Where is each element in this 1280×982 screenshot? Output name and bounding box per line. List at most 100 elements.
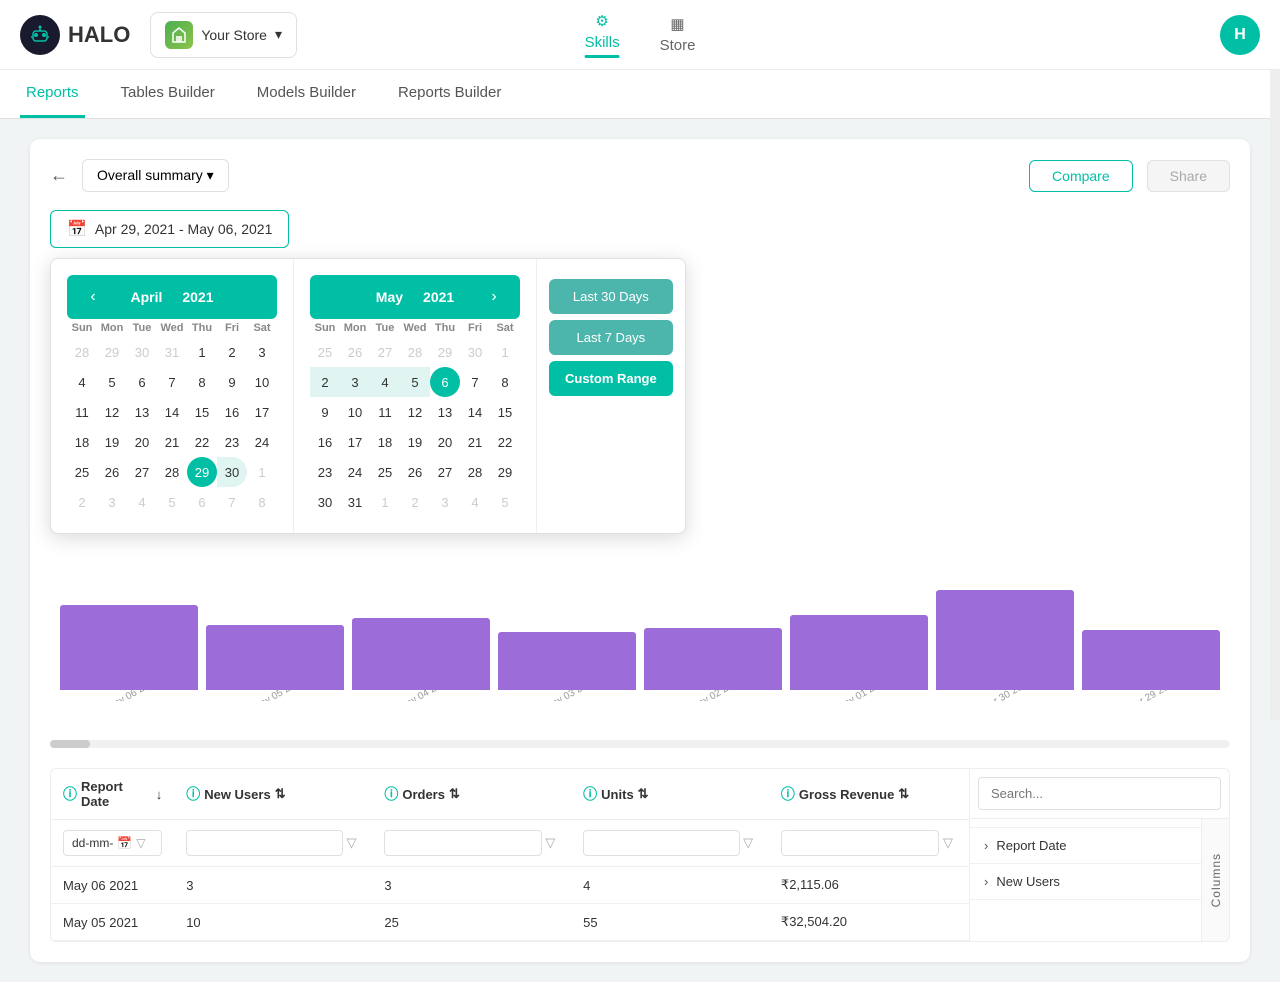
cal-day-selected-6[interactable]: 6 (430, 367, 460, 397)
share-button[interactable]: Share (1147, 160, 1230, 192)
revenue-filter[interactable] (781, 830, 939, 856)
tab-reports-builder[interactable]: Reports Builder (392, 70, 507, 118)
avatar[interactable]: H (1220, 15, 1260, 55)
filter-icon[interactable]: ▽ (347, 835, 357, 850)
cal-day[interactable]: 27 (430, 457, 460, 487)
sort-icon[interactable]: ⇅ (275, 786, 286, 802)
cal-day[interactable]: 6 (187, 487, 217, 517)
cal-day[interactable]: 13 (430, 397, 460, 427)
cal-day[interactable]: 4 (460, 487, 490, 517)
cal-day[interactable]: 30 (127, 337, 157, 367)
cal-day[interactable]: 26 (400, 457, 430, 487)
filter-icon[interactable]: ▽ (136, 836, 145, 850)
cal-day[interactable]: 5 (157, 487, 187, 517)
cal-day[interactable]: 31 (340, 487, 370, 517)
cal-day[interactable]: 29 (97, 337, 127, 367)
cal-day[interactable]: 20 (430, 427, 460, 457)
cal-day[interactable]: 11 (67, 397, 97, 427)
sort-icon[interactable]: ⇅ (638, 786, 649, 802)
cal-day[interactable]: 24 (340, 457, 370, 487)
sort-icon[interactable]: ⇅ (449, 786, 460, 802)
cal-day[interactable]: 22 (187, 427, 217, 457)
cal-day[interactable]: 30 (460, 337, 490, 367)
cal-day[interactable]: 20 (127, 427, 157, 457)
cal-day[interactable]: 17 (247, 397, 277, 427)
cal-day[interactable]: 3 (247, 337, 277, 367)
new-users-filter[interactable] (186, 830, 343, 856)
cal-day[interactable]: 14 (157, 397, 187, 427)
cal-day[interactable]: 28 (460, 457, 490, 487)
cal-day[interactable]: 16 (310, 427, 340, 457)
cal-day[interactable]: 30 (217, 457, 247, 487)
cal-day[interactable]: 2 (217, 337, 247, 367)
cal-day[interactable]: 23 (310, 457, 340, 487)
cal-day[interactable]: 23 (217, 427, 247, 457)
cal-day[interactable]: 10 (340, 397, 370, 427)
custom-range-button[interactable]: Custom Range (549, 361, 673, 396)
cal-day[interactable]: 27 (370, 337, 400, 367)
store-selector[interactable]: Your Store ▾ (150, 12, 297, 58)
filter-icon[interactable]: ▽ (545, 835, 555, 850)
cal-day[interactable]: 26 (340, 337, 370, 367)
date-filter-input[interactable]: dd-mm- 📅 ▽ (63, 830, 162, 856)
cal-day[interactable]: 21 (460, 427, 490, 457)
cal-day[interactable]: 5 (400, 367, 430, 397)
cal-day[interactable]: 6 (127, 367, 157, 397)
cal-day[interactable]: 22 (490, 427, 520, 457)
cal-day[interactable]: 12 (400, 397, 430, 427)
orders-filter[interactable] (384, 830, 541, 856)
tab-reports[interactable]: Reports (20, 70, 85, 118)
back-button[interactable]: ← (50, 165, 68, 186)
cal-day[interactable]: 1 (187, 337, 217, 367)
cal-day[interactable]: 16 (217, 397, 247, 427)
cal-day[interactable]: 1 (370, 487, 400, 517)
cal-day[interactable]: 2 (310, 367, 340, 397)
filter-icon[interactable]: ▽ (743, 835, 753, 850)
cal-day[interactable]: 28 (157, 457, 187, 487)
cal-day[interactable]: 18 (370, 427, 400, 457)
cal-day[interactable]: 14 (460, 397, 490, 427)
cal-day[interactable]: 8 (247, 487, 277, 517)
cal-day[interactable]: 18 (67, 427, 97, 457)
cal-day[interactable]: 25 (310, 337, 340, 367)
scrollbar-thumb[interactable] (50, 740, 90, 748)
cal-day[interactable]: 1 (247, 457, 277, 487)
cal-day[interactable]: 19 (400, 427, 430, 457)
scrollbar-track[interactable] (50, 740, 1230, 748)
cal-day[interactable]: 30 (310, 487, 340, 517)
cal-day[interactable]: 15 (490, 397, 520, 427)
nav-store[interactable]: ▦ Store (660, 15, 696, 54)
cal-day[interactable]: 21 (157, 427, 187, 457)
sort-icon[interactable]: ⇅ (898, 786, 909, 802)
cal-day[interactable]: 9 (217, 367, 247, 397)
cal-day[interactable]: 8 (187, 367, 217, 397)
cal-day[interactable]: 19 (97, 427, 127, 457)
cal-day[interactable]: 25 (370, 457, 400, 487)
cal-day[interactable]: 3 (430, 487, 460, 517)
tab-tables-builder[interactable]: Tables Builder (115, 70, 221, 118)
date-range-button[interactable]: 📅 Apr 29, 2021 - May 06, 2021 (50, 210, 289, 248)
cal-day[interactable]: 31 (157, 337, 187, 367)
calendar-filter-icon[interactable]: 📅 (117, 836, 132, 850)
compare-button[interactable]: Compare (1029, 160, 1133, 192)
cal-day[interactable]: 3 (340, 367, 370, 397)
cal-day[interactable]: 9 (310, 397, 340, 427)
cal-day[interactable]: 7 (460, 367, 490, 397)
cal-day[interactable]: 28 (400, 337, 430, 367)
cal-day[interactable]: 5 (97, 367, 127, 397)
cal-day[interactable]: 4 (370, 367, 400, 397)
cal-day[interactable]: 3 (97, 487, 127, 517)
cal-day[interactable]: 2 (67, 487, 97, 517)
units-filter[interactable] (583, 830, 739, 856)
cal-day[interactable]: 17 (340, 427, 370, 457)
cal-day[interactable]: 12 (97, 397, 127, 427)
cal-day[interactable]: 7 (217, 487, 247, 517)
columns-sidebar[interactable]: Columns (1201, 819, 1229, 941)
next-month-button[interactable]: › (480, 283, 508, 311)
expand-row-new-users[interactable]: › New Users (970, 864, 1201, 900)
cal-day[interactable]: 25 (67, 457, 97, 487)
cal-day-selected-29[interactable]: 29 (187, 457, 217, 487)
cal-day[interactable]: 29 (490, 457, 520, 487)
expand-row-report-date[interactable]: › Report Date (970, 828, 1201, 864)
last-30-days-button[interactable]: Last 30 Days (549, 279, 673, 314)
